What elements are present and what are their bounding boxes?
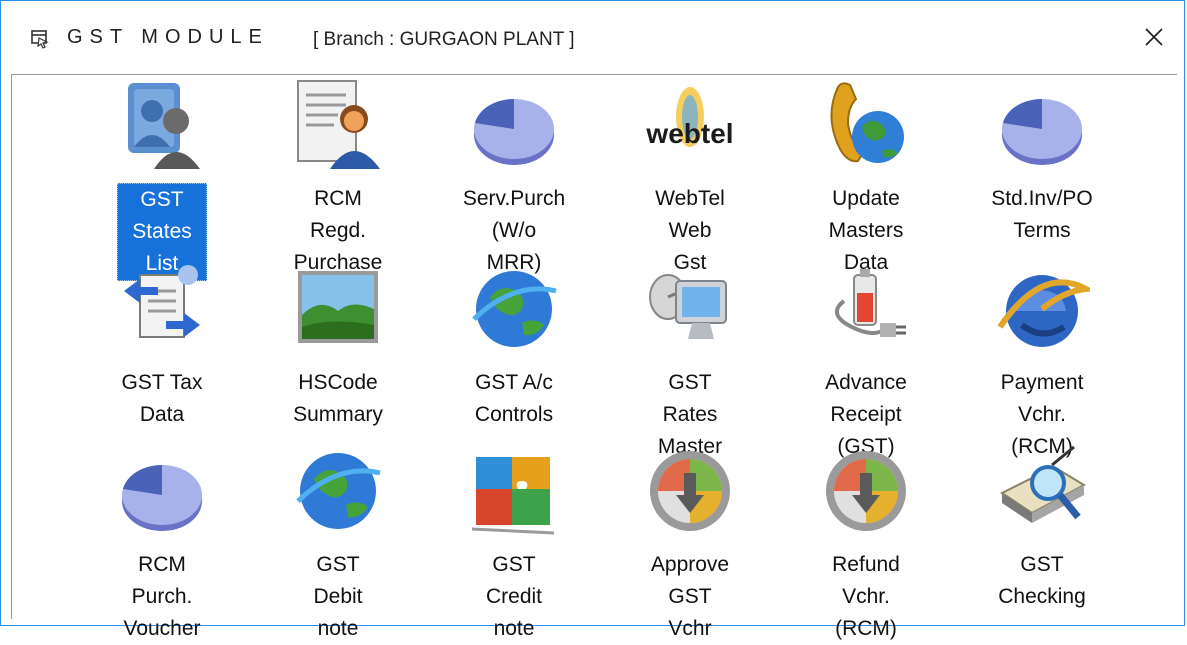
menu-item-refund-vchr-rcm[interactable]: Refund Vchr. (RCM) (776, 443, 956, 640)
branch-label: [ Branch : GURGAON PLANT ] (313, 29, 575, 50)
close-button[interactable] (1134, 17, 1174, 57)
title-bar[interactable]: GST MODULE [ Branch : GURGAON PLANT ] (1, 1, 1184, 71)
menu-item-label: GST Tax Data (121, 371, 203, 426)
landscape-picture-icon (298, 271, 378, 343)
window-title: GST MODULE (67, 26, 269, 48)
pie-chart-icon (1002, 99, 1082, 165)
menu-item-label: Refund Vchr. (RCM) (832, 553, 900, 640)
menu-item-payment-vchr-rcm[interactable]: Payment Vchr. (RCM) (952, 261, 1132, 458)
battery-plug-icon (835, 269, 906, 337)
menu-item-gst-debit-note[interactable]: GST Debit note (248, 443, 428, 640)
menu-item-label: RCM Purch. Voucher (123, 553, 201, 640)
menu-item-gst-credit-note[interactable]: GST Credit note (424, 443, 604, 640)
menu-item-label: GST A/c Controls (474, 371, 554, 426)
menu-item-gst-states-list[interactable]: GST States List (72, 77, 252, 281)
menu-item-gst-checking[interactable]: GST Checking (952, 443, 1132, 623)
scanner-magnifier-icon (1000, 445, 1087, 523)
globe-icon (472, 271, 557, 347)
menu-item-advance-receipt-gst[interactable]: Advance Receipt (GST) (776, 261, 956, 458)
phone-globe-icon (830, 82, 904, 163)
window-app-icon (31, 30, 49, 49)
menu-item-gst-ac-controls[interactable]: GST A/c Controls (424, 261, 604, 441)
menu-item-webtel-web-gst[interactable]: webtel WebTel Web Gst (600, 77, 780, 274)
menu-item-update-masters-data[interactable]: Update Masters Data (776, 77, 956, 274)
menu-item-label: Approve GST Vchr (650, 553, 730, 640)
menu-item-approve-gst-vchr[interactable]: Approve GST Vchr (600, 443, 780, 640)
menu-item-label: HSCode Summary (293, 371, 383, 426)
ie-globe-icon (997, 275, 1090, 347)
computer-satellite-icon (649, 274, 727, 339)
menu-item-rcm-purch-voucher[interactable]: RCM Purch. Voucher (72, 443, 252, 640)
menu-item-rcm-regd-purchase[interactable]: RCM Regd. Purchase (248, 77, 428, 274)
gauge-download-icon (650, 451, 730, 531)
menu-item-gst-rates-master[interactable]: GST Rates Master (600, 261, 780, 458)
webtel-logo-icon: webtel (645, 87, 734, 149)
menu-item-serv-purch[interactable]: Serv.Purch (W/o MRR) (424, 77, 604, 274)
puzzle-icon (471, 457, 555, 535)
module-icon-grid: GST States List RCM Regd. Purchase Serv.… (11, 74, 1177, 640)
menu-item-label: GST Debit note (313, 553, 363, 640)
users-group-icon (128, 83, 200, 169)
menu-item-std-inv-po-terms[interactable]: Std.Inv/PO Terms (952, 77, 1132, 257)
pie-chart-icon (474, 99, 554, 165)
gst-module-window: GST MODULE [ Branch : GURGAON PLANT ] GS… (0, 0, 1185, 640)
menu-item-hscode-summary[interactable]: HSCode Summary (248, 261, 428, 441)
menu-item-gst-tax-data[interactable]: GST Tax Data (72, 261, 252, 441)
gauge-download-icon (826, 451, 906, 531)
document-refresh-icon (124, 265, 200, 338)
menu-item-label: Std.Inv/PO Terms (991, 187, 1093, 242)
document-person-icon (297, 80, 380, 169)
globe-icon (296, 453, 381, 529)
menu-item-label: GST Credit note (485, 553, 543, 640)
svg-text:webtel: webtel (645, 118, 733, 149)
menu-item-label: GST Checking (998, 553, 1086, 608)
pie-chart-icon (122, 465, 202, 531)
